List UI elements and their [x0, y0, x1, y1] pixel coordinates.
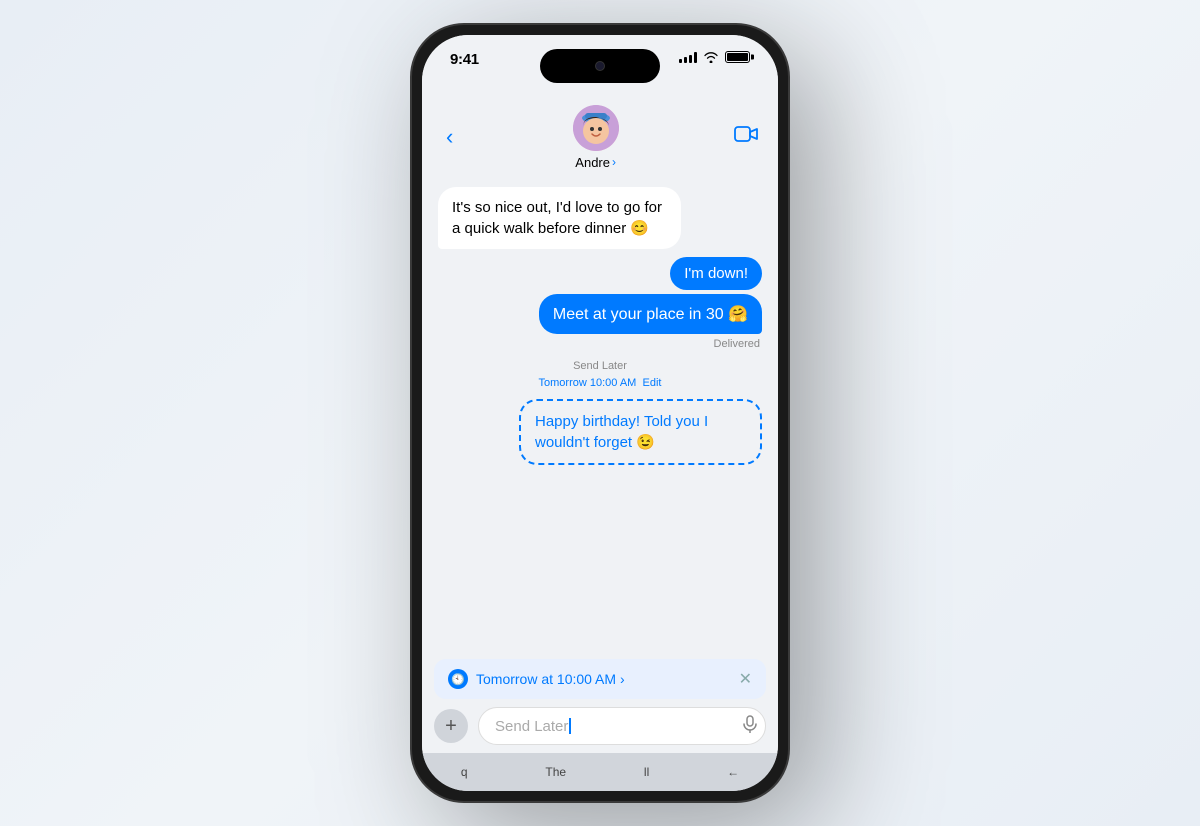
text-cursor — [569, 718, 571, 734]
nav-header: ‹ — [422, 97, 778, 177]
send-later-bar: 🕙 Tomorrow at 10:00 AM › ✕ — [434, 659, 766, 699]
input-row: + Send Later — [434, 707, 766, 745]
signal-bar-2 — [684, 57, 687, 63]
volume-down-button — [410, 225, 412, 275]
send-later-time-text: Tomorrow at 10:00 AM › — [476, 671, 625, 687]
send-later-time: Tomorrow 10:00 AM Edit — [539, 375, 662, 392]
volume-up-button — [410, 165, 412, 215]
signal-bars-icon — [679, 51, 697, 63]
phone-screen: 9:41 — [422, 35, 778, 791]
signal-bar-1 — [679, 59, 682, 63]
keyboard-key-4: ← — [727, 765, 739, 779]
silent-switch — [410, 125, 412, 157]
send-later-title: Send Later — [539, 358, 662, 375]
status-time: 9:41 — [450, 51, 479, 68]
keyboard-bar: q The ll ← — [422, 753, 778, 791]
message-text-scheduled: Happy birthday! Told you I wouldn't forg… — [535, 413, 708, 451]
input-area: 🕙 Tomorrow at 10:00 AM › ✕ + Send Later — [422, 651, 778, 753]
message-incoming-1: It's so nice out, I'd love to go for a q… — [438, 187, 681, 249]
outgoing-message-group: I'm down! Meet at your place in 30 🤗 — [438, 257, 762, 334]
dynamic-island-dot — [595, 61, 605, 71]
contact-chevron-icon: › — [612, 155, 616, 169]
message-outgoing-small: I'm down! — [670, 257, 762, 290]
wifi-icon — [703, 51, 719, 63]
messages-area: It's so nice out, I'd love to go for a q… — [422, 177, 778, 651]
avatar-image — [573, 105, 619, 151]
signal-bar-3 — [689, 55, 692, 63]
back-button[interactable]: ‹ — [442, 120, 457, 154]
keyboard-key-3: ll — [644, 765, 649, 779]
input-placeholder: Send Later — [495, 718, 568, 735]
contact-avatar — [573, 105, 619, 151]
message-outgoing-main: Meet at your place in 30 🤗 — [539, 294, 762, 334]
send-later-info: Send Later Tomorrow 10:00 AM Edit — [539, 358, 662, 391]
delivered-label: Delivered — [714, 338, 760, 350]
message-text-3: Meet at your place in 30 🤗 — [553, 306, 748, 323]
contact-info[interactable]: Andre › — [573, 105, 619, 170]
clock-icon: 🕙 — [448, 669, 468, 689]
phone-device: 9:41 — [410, 23, 790, 803]
keyboard-key-2: The — [545, 765, 566, 779]
send-later-time-display[interactable]: 🕙 Tomorrow at 10:00 AM › — [448, 669, 625, 689]
signal-bar-4 — [694, 52, 697, 63]
dynamic-island — [540, 49, 660, 83]
close-send-later-button[interactable]: ✕ — [739, 669, 752, 689]
contact-name: Andre › — [575, 155, 616, 170]
add-attachment-button[interactable]: + — [434, 709, 468, 743]
video-call-button[interactable] — [734, 124, 758, 150]
mic-icon[interactable] — [743, 715, 757, 738]
keyboard-key-1: q — [461, 765, 468, 779]
phone-body: 9:41 — [410, 23, 790, 803]
battery-icon — [725, 51, 750, 63]
send-later-edit[interactable]: Edit — [642, 377, 661, 389]
message-text-1: It's so nice out, I'd love to go for a q… — [452, 199, 662, 237]
battery-fill — [727, 53, 748, 61]
message-input-field[interactable]: Send Later — [478, 707, 766, 745]
status-icons — [679, 51, 750, 63]
message-scheduled-1: Happy birthday! Told you I wouldn't forg… — [519, 399, 762, 465]
message-text-2: I'm down! — [684, 265, 748, 282]
